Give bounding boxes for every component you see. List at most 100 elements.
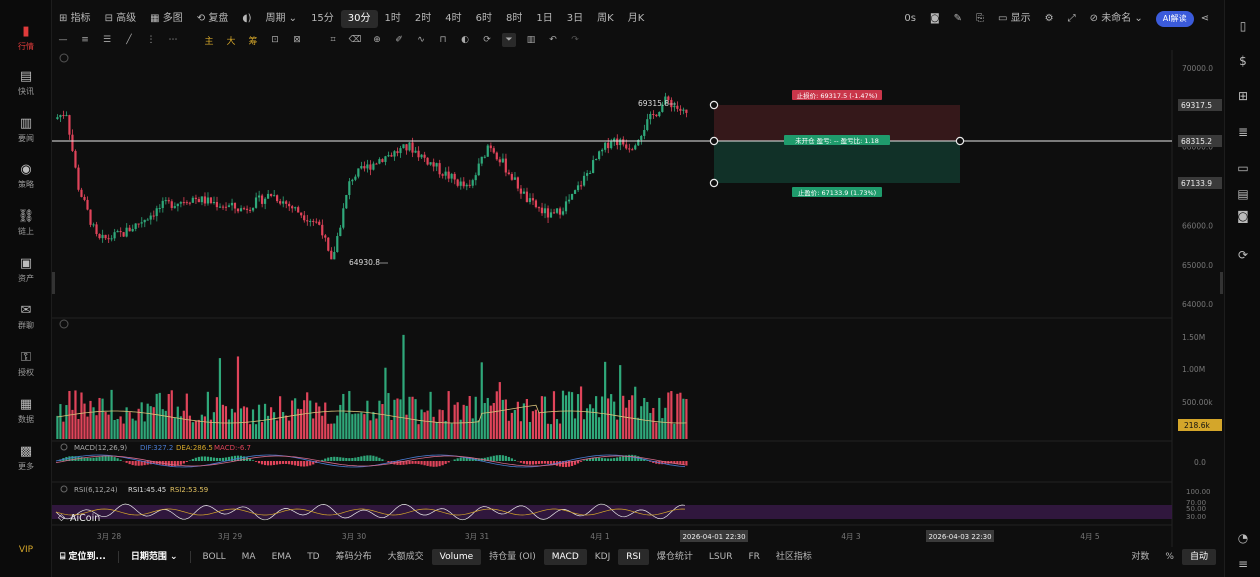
robot-icon[interactable]: ◙ <box>1235 208 1251 224</box>
locate-button[interactable]: ⌸ 定位到... <box>52 549 114 565</box>
share-icon[interactable]: ⋖ <box>1194 10 1216 28</box>
indicator-toggle[interactable]: MA <box>234 549 264 565</box>
indicator-toggle[interactable]: KDJ <box>587 549 619 565</box>
indicator-toggle[interactable]: 大额成交 <box>380 549 432 565</box>
countdown-label[interactable]: 0s <box>897 10 923 28</box>
lines-tool-icon[interactable]: ☰ <box>100 33 114 47</box>
indicator-toggle[interactable]: 持仓量 (OI) <box>481 549 544 565</box>
scroll-handle-left[interactable] <box>52 272 55 294</box>
big-tool[interactable]: 大 <box>224 33 238 47</box>
timeframe-tab[interactable]: 8时 <box>499 10 529 28</box>
link-icon[interactable]: ⟳ <box>480 33 494 47</box>
nav-item-2[interactable]: ▥ 要闻 <box>0 110 52 150</box>
more-tools-icon[interactable]: ⋯ <box>166 33 180 47</box>
position-handle[interactable] <box>709 178 719 188</box>
camera-icon[interactable]: ◙ <box>923 10 947 28</box>
nav-item-7[interactable]: ⚿ 授权 <box>0 344 52 384</box>
undo-icon[interactable]: ↶ <box>546 33 560 47</box>
menu-icon[interactable]: ≡ <box>1235 556 1251 572</box>
nav-item-9[interactable]: ▩ 更多 <box>0 438 52 478</box>
fullscreen-icon[interactable]: ⤢ <box>1061 10 1083 28</box>
nav-item-4[interactable]: ⛓ 链上 <box>0 203 52 243</box>
nav-item-6[interactable]: ✉ 群聊 <box>0 297 52 337</box>
nav-item-8[interactable]: ▦ 数据 <box>0 391 52 431</box>
indicator-toggle[interactable]: TD <box>299 549 327 565</box>
crop-icon[interactable]: ⌗ <box>326 33 340 47</box>
position-handle[interactable] <box>709 136 719 146</box>
date-range-dropdown[interactable]: 日期范围 ⌄ <box>123 549 186 565</box>
wave-icon[interactable]: ∿ <box>414 33 428 47</box>
nav-item-0[interactable]: ▮ 行情 <box>0 18 52 58</box>
timeframe-tab[interactable]: 月K <box>621 10 652 28</box>
timeframe-tab[interactable]: 周K <box>590 10 621 28</box>
nav-item-3[interactable]: ◉ 策略 <box>0 156 52 196</box>
redo-icon[interactable]: ↷ <box>568 33 582 47</box>
timeframe-tab[interactable]: 30分 <box>340 10 378 28</box>
ruler-icon[interactable]: ⊠ <box>290 33 304 47</box>
settings-icon[interactable]: ⚙ <box>1038 10 1061 28</box>
pen-icon[interactable]: ✐ <box>392 33 406 47</box>
advanced-button[interactable]: ⊟ 高级 <box>98 10 144 28</box>
hline-tool-icon[interactable]: — <box>56 33 70 47</box>
copy-icon[interactable]: ⎘ <box>969 10 991 28</box>
chart-canvas[interactable]: 70000.069000.068000.067000.066000.065000… <box>52 50 1224 547</box>
timeframe-tab[interactable]: 3日 <box>560 10 590 28</box>
visibility-icon[interactable]: ◐ <box>458 33 472 47</box>
fib-tool-icon[interactable]: ⋮ <box>144 33 158 47</box>
indicator-toggle[interactable]: BOLL <box>195 549 234 565</box>
scroll-handle-right[interactable] <box>1220 272 1223 294</box>
timeframe-tab[interactable]: 15分 <box>304 10 341 28</box>
main-tool[interactable]: 主 <box>202 33 216 47</box>
period-dropdown[interactable]: 周期 ⌄ <box>259 10 305 28</box>
nav-item-1[interactable]: ▤ 快讯 <box>0 63 52 103</box>
eraser-icon[interactable]: ⌫ <box>348 33 362 47</box>
timeframe-tab[interactable]: 1时 <box>378 10 408 28</box>
auto-toggle[interactable]: 自动 <box>1181 549 1216 565</box>
magnet-icon[interactable]: ⊡ <box>268 33 282 47</box>
log-toggle[interactable]: 对数 <box>1123 549 1157 565</box>
list-tool-icon[interactable]: ≡ <box>78 33 92 47</box>
indicator-toggle[interactable]: 社区指标 <box>768 549 820 565</box>
refresh-icon[interactable]: ⟳ <box>1235 247 1251 263</box>
indicator-toggle[interactable]: RSI <box>618 549 649 565</box>
edit-icon[interactable]: ✎ <box>947 10 969 28</box>
lock-icon[interactable]: ⊓ <box>436 33 450 47</box>
position-handle[interactable] <box>709 100 719 110</box>
chart-icon[interactable]: ⊞ <box>1235 88 1251 104</box>
display-button[interactable]: ▭ 显示 <box>991 10 1038 28</box>
ai-button[interactable]: AI解读 <box>1155 11 1194 27</box>
calendar-icon[interactable]: ▭ <box>1235 160 1251 176</box>
chip-tool[interactable]: 筹 <box>246 33 260 47</box>
list-icon[interactable]: ≣ <box>1235 124 1251 140</box>
help-icon[interactable]: ◔ <box>1235 530 1251 546</box>
nav-item-5[interactable]: ▣ 资产 <box>0 250 52 290</box>
layout-dropdown[interactable]: ⊘ 未命名 ⌄ <box>1083 10 1150 28</box>
indicator-toggle[interactable]: EMA <box>264 549 300 565</box>
indicator-toggle[interactable]: Volume <box>431 549 482 565</box>
timeframe-tab[interactable]: 6时 <box>469 10 499 28</box>
replay-button[interactable]: ⟲ 复盘 <box>190 10 236 28</box>
card-icon[interactable]: ▤ <box>1235 186 1251 202</box>
indicator-toggle[interactable]: LSUR <box>701 549 741 565</box>
indicator-toggle[interactable]: FR <box>740 549 767 565</box>
sound-icon[interactable]: ◖) <box>235 10 258 28</box>
zoom-icon[interactable]: ⊕ <box>370 33 384 47</box>
macd-bar <box>501 455 504 461</box>
vip-label[interactable]: VIP <box>0 545 52 555</box>
indicator-toggle[interactable]: 爆仓统计 <box>649 549 701 565</box>
indicator-toggle[interactable]: MACD <box>543 549 587 565</box>
indicator-button[interactable]: ⊞ 指标 <box>52 10 98 28</box>
layout-icon[interactable]: ▯ <box>1235 18 1251 34</box>
multi-chart-button[interactable]: ▦ 多图 <box>143 10 190 28</box>
filter-icon[interactable]: ⏷ <box>502 33 516 47</box>
timeframe-tab[interactable]: 4时 <box>438 10 468 28</box>
take-profit-zone[interactable] <box>714 141 960 183</box>
indicator-toggle[interactable]: 筹码分布 <box>328 549 380 565</box>
percent-toggle[interactable]: % <box>1157 549 1182 565</box>
trash-icon[interactable]: ▥ <box>524 33 538 47</box>
trendline-tool-icon[interactable]: ╱ <box>122 33 136 47</box>
timeframe-tab[interactable]: 2时 <box>408 10 438 28</box>
position-handle[interactable] <box>955 136 965 146</box>
dollar-icon[interactable]: $ <box>1235 53 1251 69</box>
timeframe-tab[interactable]: 1日 <box>529 10 559 28</box>
